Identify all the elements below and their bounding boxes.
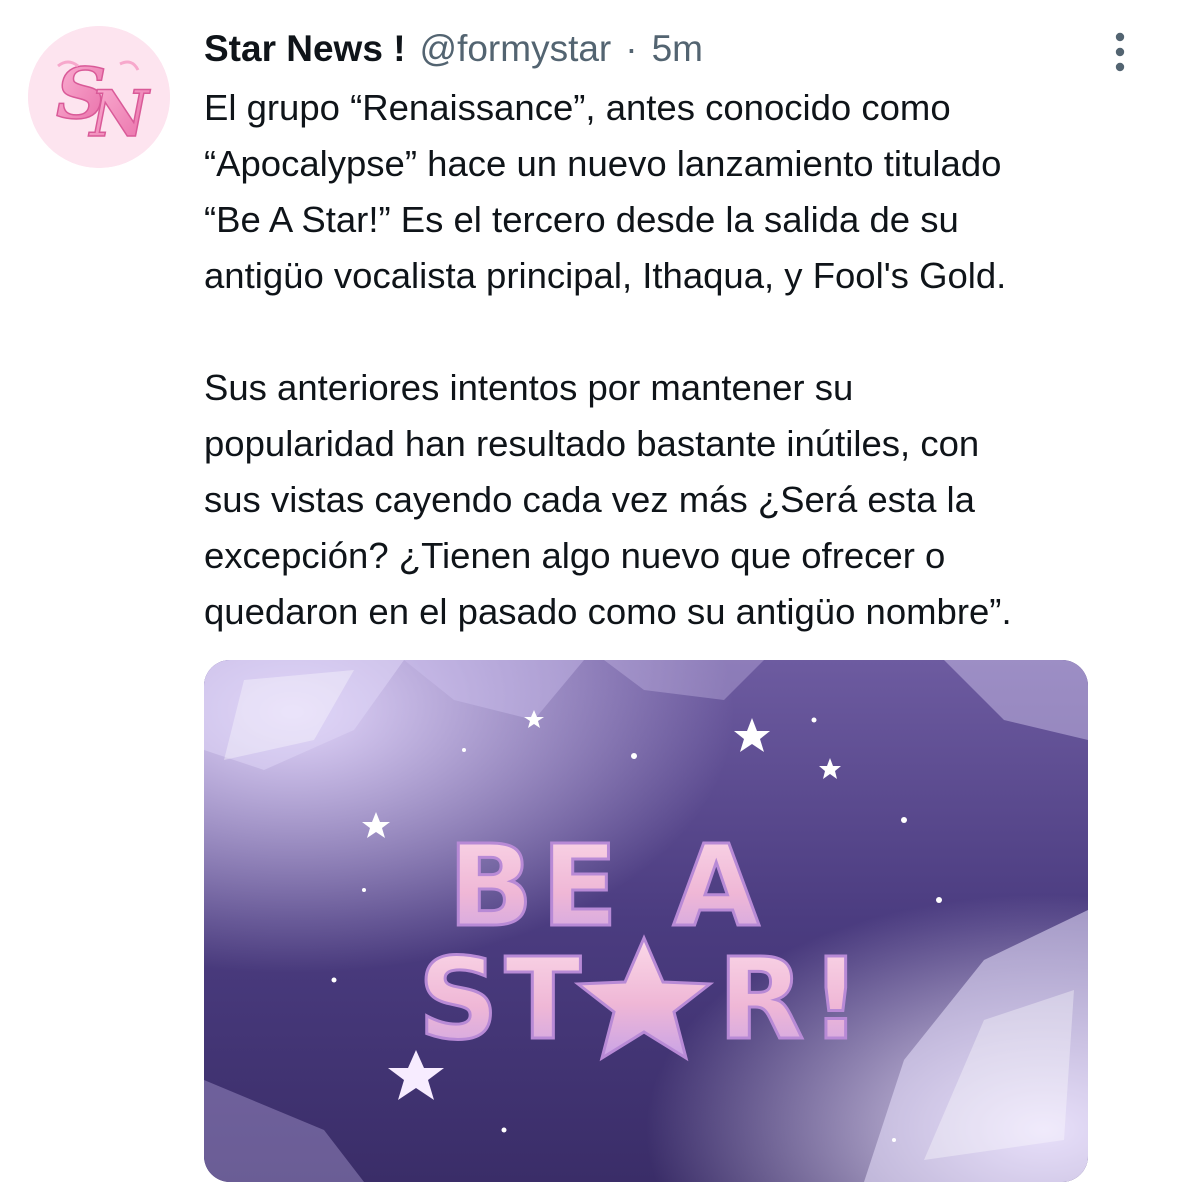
text-line: “Be A Star!” Es el tercero desde la sali… [204,199,959,240]
tweet-header: Star News ! @formystar · 5m [204,28,703,72]
tweet-image[interactable]: BE A ST R! [204,660,1088,1182]
user-handle[interactable]: @formystar [420,28,612,70]
svg-text:N: N [88,77,151,152]
separator-dot: · [625,28,638,69]
more-vertical-icon [1115,32,1125,72]
be-a-star-artwork: BE A ST R! [204,660,1088,1182]
star-news-logo: S N [28,26,170,168]
display-name[interactable]: Star News ! [204,28,406,70]
tweet-paragraph: El grupo “Renaissance”, antes conocido c… [204,80,1154,304]
art-title-line-2-end: R! [718,935,867,1065]
timestamp[interactable]: 5m [652,28,703,70]
text-line: El grupo “Renaissance”, antes conocido c… [204,87,951,128]
text-line: “Apocalypse” hace un nuevo lanzamiento t… [204,143,1002,184]
art-title-line-2-start: ST [418,935,587,1065]
text-line: quedaron en el pasado como su antigüo no… [204,591,1012,632]
tweet-paragraph: Sus anteriores intentos por mantener su … [204,360,1154,640]
tweet[interactable]: S N Star News ! @formystar · 5m El grupo… [0,0,1179,1200]
art-title-line-1: BE A [448,822,768,952]
text-line: antigüo vocalista principal, Ithaqua, y … [204,255,1007,296]
text-line: Sus anteriores intentos por mantener su [204,367,854,408]
avatar[interactable]: S N [28,26,170,168]
text-line: sus vistas cayendo cada vez más ¿Será es… [204,479,975,520]
tweet-text: El grupo “Renaissance”, antes conocido c… [204,80,1154,640]
more-options-button[interactable] [1100,28,1140,76]
text-line: popularidad han resultado bastante inúti… [204,423,980,464]
text-line: excepción? ¿Tienen algo nuevo que ofrece… [204,535,946,576]
